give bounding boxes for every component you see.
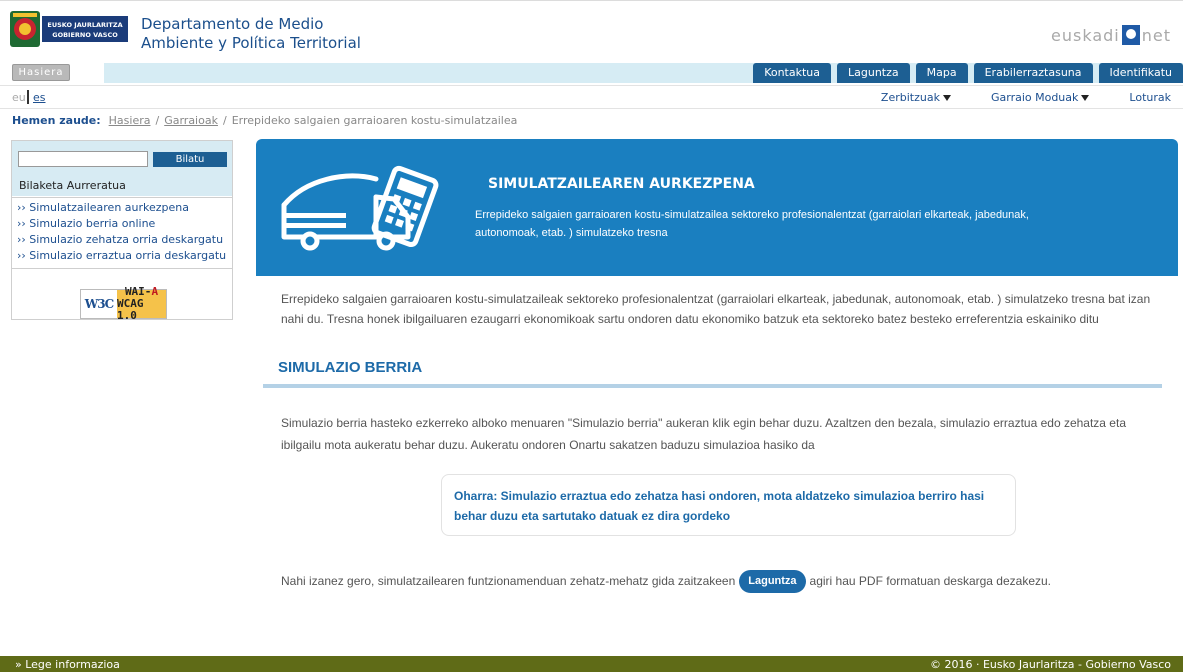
sidebar-item-erraztua-deskargatu[interactable]: ›› Simulazio erraztua orria deskargatu — [17, 248, 232, 264]
tab-erabilerraztasuna[interactable]: Erabilerraztasuna — [973, 63, 1093, 83]
secondary-navigation: eu es Zerbitzuak Garraio Moduak Loturak — [0, 85, 1183, 109]
breadcrumb-current: Errepideko salgaien garraioaren kostu-si… — [231, 114, 518, 127]
dept-title-line2: Ambiente y Política Territorial — [141, 34, 361, 52]
breadcrumb: Hemen zaude: Hasiera / Garraioak / Errep… — [12, 114, 517, 127]
truck-calculator-icon — [281, 165, 439, 251]
menu-garraio-moduak[interactable]: Garraio Moduak — [990, 91, 1090, 104]
banner-title: SIMULATZAILEAREN AURKEZPENA — [488, 176, 755, 192]
language-separator — [27, 90, 29, 104]
advanced-search-link[interactable]: Bilaketa Aurreratua — [19, 179, 126, 192]
menu-loturak[interactable]: Loturak — [1129, 91, 1171, 104]
secondary-menu: Zerbitzuak Garraio Moduak Loturak — [841, 91, 1171, 104]
note-box: Oharra: Simulazio erraztua edo zehatza h… — [441, 474, 1016, 536]
sidebar-item-aurkezpena[interactable]: ›› Simulatzailearen aurkezpena — [17, 200, 232, 216]
top-tabs: Kontaktua Laguntza Mapa Erabilerraztasun… — [747, 63, 1183, 83]
w3c-logo: W3C — [81, 290, 117, 318]
search-button[interactable]: Bilatu — [153, 152, 227, 167]
caret-down-icon — [1081, 94, 1090, 101]
legal-info-link[interactable]: » Lege informazioa — [15, 657, 120, 672]
wai-a-wcag-badge[interactable]: W3C WAI-A WCAG 1.0 — [80, 286, 167, 322]
home-button[interactable]: Hasiera — [12, 64, 70, 81]
sidebar-menu: ›› Simulatzailearen aurkezpena ›› Simula… — [12, 197, 232, 269]
tab-mapa[interactable]: Mapa — [915, 63, 968, 83]
breadcrumb-separator: / — [155, 114, 160, 127]
intro-paragraph: Errepideko salgaien garraioaren kostu-si… — [281, 292, 1151, 326]
menu-zerbitzuak[interactable]: Zerbitzuak — [881, 91, 951, 104]
logo-text-eu: EUSKO JAURLARITZA — [47, 21, 122, 29]
search-input[interactable] — [18, 151, 148, 167]
help-button[interactable]: Laguntza — [739, 569, 806, 593]
presentation-banner: SIMULATZAILEAREN AURKEZPENA Errepideko s… — [256, 139, 1178, 276]
breadcrumb-label: Hemen zaude: — [12, 114, 101, 127]
breadcrumb-separator: / — [222, 114, 227, 127]
menu-garraio-moduak-label: Garraio Moduak — [990, 91, 1079, 104]
banner-description: Errepideko salgaien garraioaren kostu-si… — [475, 209, 1029, 239]
tab-kontaktua[interactable]: Kontaktua — [753, 63, 832, 83]
sidebar-item-simulazio-berria[interactable]: ›› Simulazio berria online — [17, 216, 232, 232]
breadcrumb-garraioak[interactable]: Garraioak — [164, 114, 218, 127]
dept-title-line1: Departamento de Medio — [141, 15, 324, 33]
breadcrumb-hasiera[interactable]: Hasiera — [109, 114, 151, 127]
euskadi-logo-mark-icon — [1121, 25, 1140, 45]
sidebar-item-zehatza-deskargatu[interactable]: ›› Simulazio zehatza orria deskargatu — [17, 232, 232, 248]
euskadi-logo-text: euskadi — [1051, 26, 1120, 45]
site-header: EUSKO JAURLARITZA GOBIERNO VASCO Departa… — [0, 0, 1183, 60]
wcag-line: WCAG 1.0 — [117, 297, 144, 322]
copyright-text: © 2016 · Eusko Jaurlaritza - Gobierno Va… — [930, 658, 1171, 671]
menu-zerbitzuak-label: Zerbitzuak — [880, 91, 940, 104]
help-text-before: Nahi izanez gero, simulatzailearen funtz… — [281, 574, 736, 588]
tab-identifikatu[interactable]: Identifikatu — [1098, 63, 1183, 83]
caret-down-icon — [942, 94, 951, 101]
euskadi-logo-net: net — [1141, 26, 1171, 45]
language-es-link[interactable]: es — [33, 91, 46, 104]
site-footer: » Lege informazioa © 2016 · Eusko Jaurla… — [0, 656, 1183, 672]
instructions-paragraph: Simulazio berria hasteko ezkerreko albok… — [281, 416, 1126, 452]
department-title[interactable]: Departamento de Medio Ambiente y Polític… — [141, 15, 361, 53]
top-navigation-bar: Hasiera Kontaktua Laguntza Mapa Erabiler… — [0, 60, 1183, 85]
logo-text-es: GOBIERNO VASCO — [52, 31, 118, 39]
menu-loturak-label: Loturak — [1129, 91, 1171, 104]
tab-laguntza[interactable]: Laguntza — [837, 63, 910, 83]
help-text-after: agiri hau PDF formatuan deskarga dezakez… — [809, 574, 1052, 588]
section-divider — [263, 384, 1162, 388]
wai-level: A — [151, 285, 159, 298]
language-eu: eu — [12, 91, 26, 104]
left-sidebar: Bilatu Bilaketa Aurreratua ›› Simulatzai… — [11, 140, 233, 322]
help-paragraph: Nahi izanez gero, simulatzailearen funtz… — [281, 568, 1051, 594]
search-panel: Bilatu Bilaketa Aurreratua — [12, 141, 232, 196]
section-title: SIMULAZIO BERRIA — [278, 359, 423, 376]
euskadi-net-logo[interactable]: euskadi net — [1051, 23, 1171, 45]
gobierno-vasco-logo[interactable]: EUSKO JAURLARITZA GOBIERNO VASCO — [10, 11, 128, 47]
wai-badge-text: WAI-A WCAG 1.0 — [117, 286, 166, 322]
